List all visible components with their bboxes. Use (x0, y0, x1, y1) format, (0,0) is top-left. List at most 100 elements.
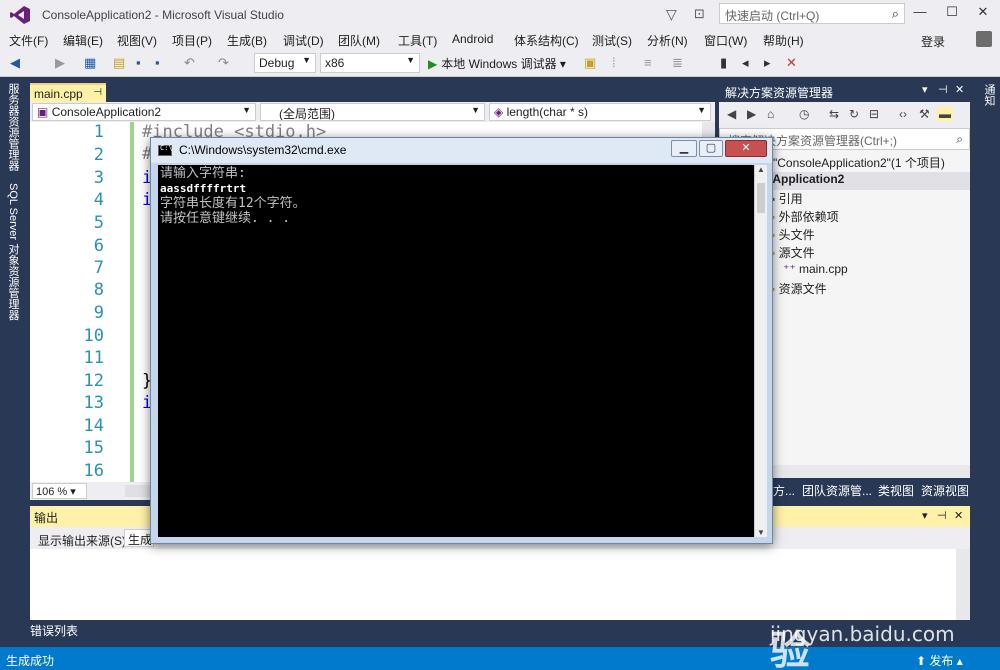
menu-android[interactable]: Android (452, 32, 493, 46)
pin-icon[interactable]: ⊣ (937, 509, 947, 522)
menu-project[interactable]: 项目(P) (172, 32, 212, 49)
history-icon[interactable]: ◷ (799, 107, 809, 121)
step-icon[interactable]: ⁞ (612, 55, 616, 70)
menu-analyze[interactable]: 分析(N) (647, 32, 688, 49)
menu-build[interactable]: 生成(B) (227, 32, 267, 49)
run-label: 本地 Windows 调试器 (441, 57, 557, 71)
nav-member-value: length(char * s) (506, 105, 588, 119)
tab-main-cpp[interactable]: main.cpp ⊣ (30, 83, 106, 102)
undo-icon[interactable]: ↶ (184, 55, 195, 71)
tab-resource-view[interactable]: 资源视图 (921, 482, 969, 499)
new-project-icon[interactable]: ▦ (84, 55, 96, 71)
configuration-select[interactable]: Debug ▼ (254, 53, 316, 73)
console-title-bar[interactable]: C:\ C:\Windows\system32\cmd.exe ▁ ▢ ✕ (151, 138, 772, 163)
console-maximize-button[interactable]: ▢ (699, 140, 723, 157)
feedback-icon[interactable]: ⊡ (694, 6, 705, 22)
view-code-icon[interactable]: ‹› (899, 107, 907, 121)
tab-error-list[interactable]: 错误列表 (30, 622, 78, 642)
next-bookmark-icon[interactable]: ▸ (764, 55, 771, 71)
pin-icon[interactable]: ⊣ (93, 87, 102, 98)
menu-architecture[interactable]: 体系结构(C) (514, 32, 579, 49)
tree-item-references[interactable]: ▪ 引用 (771, 190, 803, 208)
dropdown-icon[interactable]: ▾ (922, 509, 928, 522)
scroll-down-icon[interactable]: ▼ (755, 528, 767, 537)
user-avatar-icon[interactable] (976, 31, 992, 47)
save-all-icon[interactable]: ▪ (155, 55, 160, 70)
close-button[interactable]: ✕ (970, 4, 996, 24)
menu-help[interactable]: 帮助(H) (763, 32, 804, 49)
close-icon[interactable]: ✕ (955, 83, 964, 96)
tree-item-source-files[interactable]: ▪ 源文件 (771, 244, 815, 262)
clear-bookmarks-icon[interactable]: ✕ (786, 55, 797, 71)
find-icon[interactable]: ▣ (584, 55, 596, 71)
refresh-icon[interactable]: ↻ (849, 107, 859, 121)
login-link[interactable]: 登录 (921, 33, 945, 50)
console-scrollbar[interactable]: ▲ ▼ (754, 165, 767, 537)
line-number: 4 (93, 190, 104, 210)
forward-icon[interactable]: ▶ (55, 55, 65, 71)
solution-explorer-toolbar: ◀ ▶ ⌂ ◷ ⇆ ↻ ⊟ ‹› ⚒ ▬ (719, 102, 970, 128)
console-line: aassdffffrtrt (160, 182, 247, 195)
chevron-down-icon: ▼ (242, 105, 251, 115)
cpp-file-icon: ⁺⁺ (783, 262, 796, 276)
filter-icon[interactable]: ▽ (666, 6, 677, 23)
search-icon[interactable]: ⌕ (892, 6, 899, 22)
prev-bookmark-icon[interactable]: ◂ (742, 55, 749, 71)
bookmark-icon[interactable]: ▮ (720, 55, 727, 71)
scroll-thumb[interactable] (757, 183, 765, 213)
notifications-tab[interactable]: 通知 (981, 84, 997, 106)
console-close-button[interactable]: ✕ (725, 140, 767, 157)
tree-item-main-cpp[interactable]: ⁺⁺ main.cpp (783, 262, 848, 280)
dropdown-icon[interactable]: ▾ (922, 83, 928, 96)
server-explorer-tab[interactable]: 服务器资源管理器 (5, 83, 21, 171)
maximize-button[interactable]: ☐ (939, 4, 965, 24)
line-number: 6 (93, 236, 104, 256)
forward-icon[interactable]: ▶ (747, 107, 756, 121)
quick-launch-input[interactable]: 快速启动 (Ctrl+Q) ⌕ (719, 3, 905, 24)
menu-test[interactable]: 测试(S) (592, 32, 632, 49)
project-nav-select[interactable]: ▣ ConsoleApplication2 ▼ (32, 103, 256, 121)
chevron-down-icon: ▼ (406, 55, 415, 65)
platform-select[interactable]: x86 ▼ (320, 53, 420, 73)
menu-team[interactable]: 团队(M) (338, 32, 380, 49)
pin-icon[interactable]: ⊣ (938, 83, 948, 96)
menu-view[interactable]: 视图(V) (117, 32, 157, 49)
tab-class-view[interactable]: 类视图 (878, 482, 914, 499)
menu-file[interactable]: 文件(F) (9, 32, 48, 49)
play-icon: ▶ (428, 57, 438, 71)
home-icon[interactable]: ⌂ (767, 107, 774, 121)
sql-object-explorer-tab[interactable]: SQL Server 对象资源管理器 (5, 183, 21, 320)
console-window[interactable]: C:\ C:\Windows\system32\cmd.exe ▁ ▢ ✕ 请输… (150, 137, 773, 544)
menu-debug[interactable]: 调试(D) (283, 32, 324, 49)
uncomment-icon[interactable]: ≣ (672, 55, 683, 71)
open-file-icon[interactable]: ▤ (113, 55, 125, 71)
function-icon: ◈ (494, 105, 504, 119)
scope-nav-select[interactable]: (全局范围) ▼ (260, 103, 485, 121)
tab-team-explorer[interactable]: 团队资源管... (802, 482, 872, 499)
collapse-all-icon[interactable]: ⊟ (869, 107, 879, 121)
minimize-button[interactable]: — (907, 4, 933, 24)
window-title: ConsoleApplication2 - Microsoft Visual S… (42, 8, 284, 22)
tree-item-external-deps[interactable]: ▪ 外部依赖项 (771, 208, 839, 226)
redo-icon[interactable]: ↷ (218, 55, 229, 71)
member-nav-select[interactable]: ◈ length(char * s) ▼ (489, 103, 711, 121)
back-icon[interactable]: ◀ (10, 55, 20, 71)
back-icon[interactable]: ◀ (727, 107, 736, 121)
properties-icon[interactable]: ⚒ (919, 107, 930, 121)
console-output[interactable]: 请输入字符串: aassdffffrtrt 字符串长度有12个字符。 请按任意键继续.… (158, 165, 754, 537)
menu-window[interactable]: 窗口(W) (704, 32, 747, 49)
close-icon[interactable]: ✕ (954, 509, 963, 522)
start-debugging-button[interactable]: ▶ 本地 Windows 调试器 ▾ (428, 55, 566, 72)
comment-icon[interactable]: ≡ (644, 55, 652, 70)
tree-item-header-files[interactable]: ▪ 头文件 (771, 226, 815, 244)
zoom-select[interactable]: 106 % ▾ (32, 483, 87, 499)
scroll-up-icon[interactable]: ▲ (755, 165, 767, 174)
menu-edit[interactable]: 编辑(E) (63, 32, 103, 49)
preview-icon[interactable]: ▬ (937, 107, 953, 121)
search-icon[interactable]: ⌕ (956, 132, 963, 147)
tree-item-resource-files[interactable]: ▪ 资源文件 (771, 280, 827, 298)
save-icon[interactable]: ▪ (136, 55, 141, 70)
sync-icon[interactable]: ⇆ (829, 107, 839, 121)
console-minimize-button[interactable]: ▁ (671, 140, 697, 157)
menu-tools[interactable]: 工具(T) (398, 32, 437, 49)
